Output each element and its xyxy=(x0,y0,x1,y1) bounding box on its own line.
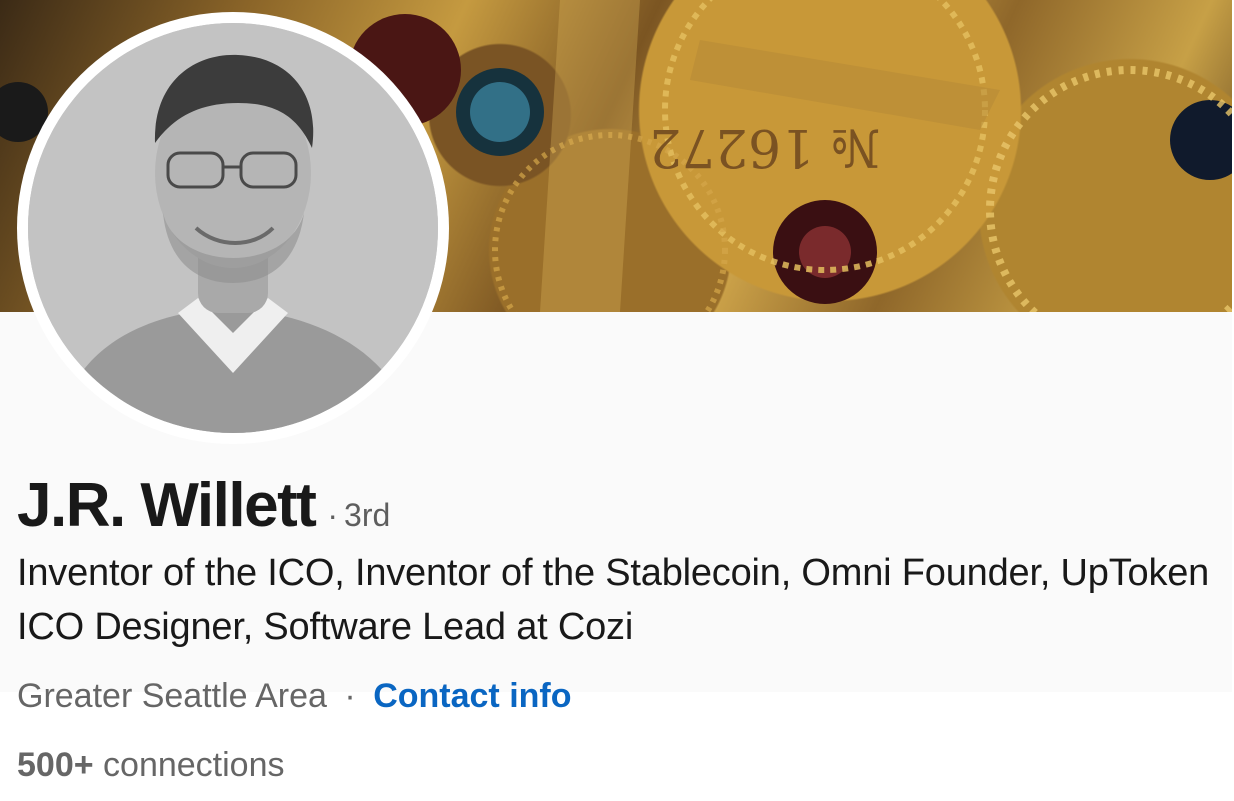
cover-engraving: № 16272 xyxy=(649,117,880,177)
profile-location: Greater Seattle Area xyxy=(17,677,327,715)
connections-label: connections xyxy=(103,746,285,784)
location-row: Greater Seattle Area · Contact info xyxy=(17,677,572,716)
profile-card: № 16272 J.R. Willett · 3rd Inventor of t… xyxy=(0,0,1234,801)
profile-photo-icon xyxy=(28,23,438,433)
contact-info-link[interactable]: Contact info xyxy=(373,677,571,715)
avatar[interactable] xyxy=(28,23,438,433)
connections-link[interactable]: 500+ connections xyxy=(17,746,285,785)
connections-count: 500+ xyxy=(17,746,104,784)
avatar-frame[interactable] xyxy=(17,12,449,444)
connection-degree-badge: 3rd xyxy=(344,497,391,533)
name-row: J.R. Willett · 3rd xyxy=(17,470,390,540)
location-separator: · xyxy=(344,677,356,715)
profile-headline: Inventor of the ICO, Inventor of the Sta… xyxy=(17,552,1210,648)
degree-separator: · xyxy=(327,497,339,533)
profile-name: J.R. Willett xyxy=(17,471,317,540)
